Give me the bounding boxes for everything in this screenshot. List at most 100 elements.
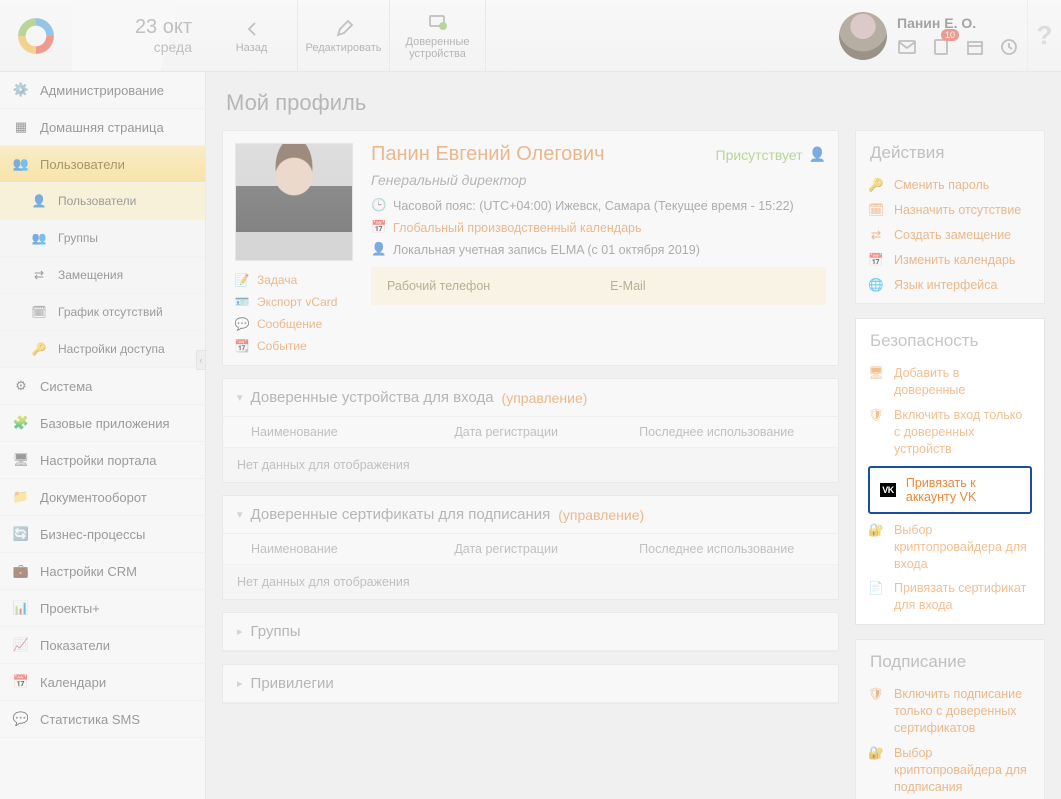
action-change-password[interactable]: 🔑Сменить пароль: [868, 177, 1032, 194]
back-button[interactable]: Назад: [206, 0, 298, 71]
person-icon: 👤: [30, 192, 48, 210]
chevron-down-icon: ▾: [237, 508, 243, 521]
certs-header[interactable]: ▾ Доверенные сертификаты для подписания …: [223, 496, 838, 534]
users-icon: 👥: [12, 155, 30, 173]
security-only-trusted[interactable]: 🛡Включить вход только с доверенных устро…: [868, 407, 1032, 458]
privs-header[interactable]: ▸ Привилегии: [223, 665, 838, 703]
calendar-icon: 📅: [371, 220, 385, 235]
certs-col-reg: Дата регистрации: [454, 542, 639, 556]
devices-title: Доверенные устройства для входа: [251, 389, 494, 406]
groups-header[interactable]: ▸ Группы: [223, 613, 838, 651]
nav-users-access[interactable]: 🔑 Настройки доступа: [0, 331, 205, 368]
nav-portal[interactable]: 🖥 Настройки портала: [0, 442, 205, 479]
certs-col-name: Наименование: [237, 542, 454, 556]
quick-task[interactable]: 📝Задача: [235, 273, 355, 287]
certs-title: Доверенные сертификаты для подписания: [251, 506, 551, 523]
quick-event[interactable]: 📆 Событие: [235, 339, 355, 353]
nav-bp[interactable]: 🔄 Бизнес-процессы: [0, 516, 205, 553]
nav-sms-label: Статистика SMS: [40, 712, 140, 727]
section-certs: ▾ Доверенные сертификаты для подписания …: [222, 495, 839, 600]
security-crypto-login[interactable]: 🔐Выбор криптопровайдера для входа: [868, 522, 1032, 573]
tiles-icon: ▦: [12, 118, 30, 136]
nav-users-absence[interactable]: 🗓 График отсутствий: [0, 294, 205, 331]
app-header: 23 окт среда Назад Редактировать Доверен…: [0, 0, 1061, 72]
app-logo[interactable]: [0, 0, 72, 71]
profile-account: Локальная учетная запись ELMA (с 01 октя…: [393, 243, 700, 257]
panel-security: Безопасность 🖥Добавить в доверенные 🛡Вкл…: [855, 318, 1045, 625]
nav-projects[interactable]: 📊 Проекты+: [0, 590, 205, 627]
action-set-absence[interactable]: 🗓 Назначить отсутствие: [868, 202, 1032, 219]
vk-icon: [880, 483, 896, 497]
header-date-weekday: среда: [154, 39, 192, 55]
certs-empty: Нет данных для отображения: [223, 565, 838, 599]
calendar-icon[interactable]: [965, 37, 985, 57]
crm-icon: 💼: [12, 562, 30, 580]
nav-users[interactable]: 👥 Пользователи: [0, 146, 205, 183]
quick-event-label: Событие: [257, 339, 307, 353]
nav-home[interactable]: ▦ Домашняя страница: [0, 109, 205, 146]
trusted-devices-button[interactable]: Доверенные устройства: [390, 0, 486, 71]
nav-users-subst[interactable]: ⇄ Замещения: [0, 257, 205, 294]
action-edit-calendar[interactable]: 📅Изменить календарь: [868, 252, 1032, 269]
chevron-down-icon: ▾: [237, 391, 243, 404]
profile-calendar[interactable]: Глобальный производственный календарь: [393, 221, 642, 235]
sms-icon: 💬: [12, 710, 30, 728]
devices-header[interactable]: ▾ Доверенные устройства для входа (управ…: [223, 379, 838, 417]
nav-crm[interactable]: 💼 Настройки CRM: [0, 553, 205, 590]
sidebar-collapse[interactable]: ‹: [196, 350, 206, 370]
signing-only-trusted-certs[interactable]: 🛡Включить подписание только с доверенных…: [868, 686, 1032, 737]
nav-kpi[interactable]: 📈 Показатели: [0, 627, 205, 664]
edit-button-label: Редактировать: [306, 42, 382, 54]
swap-icon: ⇄: [868, 227, 884, 244]
security-bind-vk[interactable]: Привязать к аккаунту VK: [868, 466, 1032, 514]
certificate-icon: 📄: [868, 580, 884, 597]
devices-col-last: Последнее использование: [639, 425, 824, 439]
nav-users-groups[interactable]: 👥 Группы: [0, 220, 205, 257]
action-lang-label: Язык интерфейса: [894, 277, 997, 294]
calendar-minus-icon: 🗓: [868, 202, 884, 219]
signing-crypto[interactable]: 🔐Выбор криптопровайдера для подписания: [868, 745, 1032, 796]
help-button[interactable]: ?: [1027, 0, 1061, 71]
arrow-left-icon: [241, 18, 263, 40]
devices-manage-link[interactable]: (управление): [502, 390, 588, 406]
nav-sms[interactable]: 💬 Статистика SMS: [0, 701, 205, 738]
security-crypto-login-label: Выбор криптопровайдера для входа: [894, 522, 1032, 573]
calendar-icon: 📅: [868, 252, 884, 269]
nav-users-label: Пользователи: [40, 157, 125, 172]
chip-icon: 🔐: [868, 745, 884, 762]
nav-users-subst-label: Замещения: [58, 268, 123, 282]
profile-tz: Часовой пояс: (UTC+04:00) Ижевск, Самара…: [393, 199, 794, 213]
phone-label: Рабочий телефон: [387, 279, 490, 293]
action-create-subst[interactable]: ⇄Создать замещение: [868, 227, 1032, 244]
security-bind-cert[interactable]: 📄 Привязать сертификат для входа: [868, 580, 1032, 614]
nav-users-users[interactable]: 👤 Пользователи: [0, 183, 205, 220]
edit-button[interactable]: Редактировать: [298, 0, 390, 71]
swap-icon: ⇄: [30, 266, 48, 284]
trusted-devices-label: Доверенные устройства: [394, 36, 481, 60]
task-icon: 📝: [235, 273, 249, 287]
notification-icon[interactable]: 10: [931, 37, 951, 57]
back-button-label: Назад: [236, 42, 268, 54]
profile-photo: [235, 143, 353, 261]
certs-manage-link[interactable]: (управление): [558, 507, 644, 523]
event-icon: 📆: [235, 339, 249, 353]
clock-icon[interactable]: [999, 37, 1019, 57]
quick-vcard-label: Экспорт vCard: [257, 295, 337, 309]
security-add-trusted[interactable]: 🖥Добавить в доверенные: [868, 365, 1032, 399]
action-language[interactable]: 🌐Язык интерфейса: [868, 277, 1032, 294]
nav-projects-label: Проекты+: [40, 601, 100, 616]
nav-baseapps-label: Базовые приложения: [40, 416, 170, 431]
mail-icon[interactable]: [897, 37, 917, 57]
nav-docs[interactable]: 📁 Документооборот: [0, 479, 205, 516]
header-user[interactable]: Панин Е. О. 10: [839, 0, 1027, 71]
nav-admin[interactable]: ⚙️ Администрирование: [0, 72, 205, 109]
action-absence-label: Назначить отсутствие: [894, 202, 1021, 219]
pencil-icon: [333, 18, 355, 40]
nav-calendars[interactable]: 📅 Календари: [0, 664, 205, 701]
calendar-icon: 📅: [12, 673, 30, 691]
quick-vcard[interactable]: 🪪Экспорт vCard: [235, 295, 355, 309]
security-bind-cert-label: Привязать сертификат для входа: [894, 580, 1032, 614]
nav-baseapps[interactable]: 🧩 Базовые приложения: [0, 405, 205, 442]
quick-message[interactable]: 💬Сообщение: [235, 317, 355, 331]
nav-system[interactable]: ⚙ Система: [0, 368, 205, 405]
